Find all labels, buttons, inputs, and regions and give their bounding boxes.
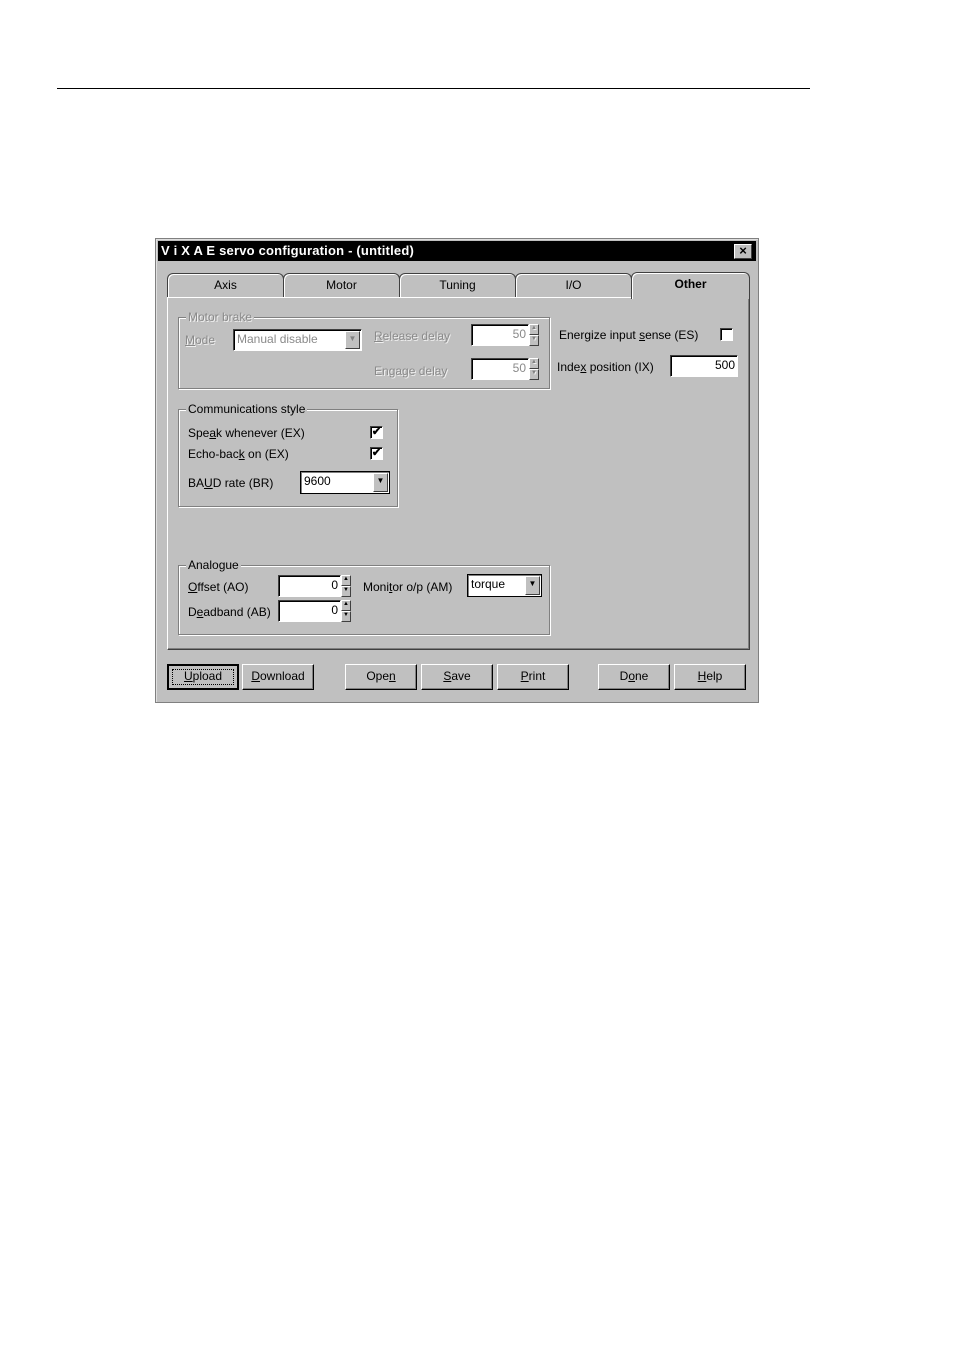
save-button[interactable]: Save: [421, 664, 493, 690]
chevron-down-icon: ▼: [376, 476, 385, 485]
help-button[interactable]: Help: [674, 664, 746, 690]
baud-rate-combobox[interactable]: 9600 ▼: [300, 471, 390, 494]
upload-button[interactable]: Upload: [167, 664, 239, 690]
tab-label: Other: [674, 277, 707, 291]
deadband-input[interactable]: 0: [278, 600, 341, 622]
engage-delay-spinner[interactable]: ▲ ▼: [529, 358, 539, 380]
tab-label: I/O: [565, 278, 582, 292]
page-header-rule: [57, 88, 810, 89]
offset-label: Offset (AO): [188, 580, 249, 594]
analogue-group: Analogue Offset (AO) 0 ▲ ▼ Monitor o/p (…: [178, 558, 550, 635]
spin-down-icon[interactable]: ▼: [529, 369, 539, 380]
offset-input[interactable]: 0: [278, 575, 341, 597]
tab-other[interactable]: Other: [631, 272, 750, 299]
release-delay-spinner[interactable]: ▲ ▼: [529, 324, 539, 346]
echo-back-checkbox[interactable]: ✔: [370, 447, 383, 460]
baud-rate-dropdown-button[interactable]: ▼: [373, 473, 388, 492]
tab-io[interactable]: I/O: [515, 273, 632, 297]
spin-down-icon[interactable]: ▼: [529, 335, 539, 346]
spin-up-icon[interactable]: ▲: [529, 324, 539, 335]
deadband-label: Deadband (AB): [188, 605, 271, 619]
close-button[interactable]: ×: [734, 244, 752, 259]
echo-back-label: Echo-back on (EX): [188, 447, 289, 461]
title-bar: V i X A E servo configuration - (untitle…: [158, 241, 756, 261]
download-button[interactable]: Download: [242, 664, 314, 690]
spin-down-icon[interactable]: ▼: [341, 611, 351, 622]
monitor-op-value: torque: [471, 577, 506, 591]
tab-motor[interactable]: Motor: [283, 273, 400, 297]
mode-label: Mode: [185, 333, 216, 347]
communications-group: Communications style Speak whenever (EX)…: [178, 402, 398, 507]
tab-label: Axis: [214, 278, 237, 292]
release-delay-label: Release delay: [374, 329, 451, 343]
tab-panel-other: Motor brake Mode Manual disable ▼ Releas…: [167, 297, 750, 650]
speak-whenever-label: Speak whenever (EX): [188, 426, 305, 440]
chevron-down-icon: ▼: [528, 579, 537, 588]
close-icon: ×: [739, 243, 747, 258]
index-position-input[interactable]: 500: [670, 355, 738, 377]
print-button[interactable]: Print: [497, 664, 569, 690]
tab-tuning[interactable]: Tuning: [399, 273, 516, 297]
tab-label: Tuning: [439, 278, 476, 292]
checkmark-icon: ✔: [371, 447, 382, 459]
servo-config-dialog: V i X A E servo configuration - (untitle…: [155, 238, 759, 703]
spin-up-icon[interactable]: ▲: [341, 575, 351, 586]
energize-input-sense-checkbox[interactable]: [720, 328, 733, 341]
spin-up-icon[interactable]: ▲: [529, 358, 539, 369]
mode-value: Manual disable: [237, 332, 318, 346]
spin-down-icon[interactable]: ▼: [341, 586, 351, 597]
communications-legend: Communications style: [186, 402, 308, 416]
checkmark-icon: ✔: [371, 426, 382, 438]
release-delay-input[interactable]: 50: [471, 324, 529, 346]
index-position-label: Index position (IX): [557, 360, 654, 374]
deadband-spinner[interactable]: ▲ ▼: [341, 600, 351, 622]
tab-axis[interactable]: Axis: [167, 273, 284, 297]
baud-rate-label: BAUD rate (BR): [188, 476, 274, 490]
spin-up-icon[interactable]: ▲: [341, 600, 351, 611]
motor-brake-legend: Motor brake: [186, 310, 255, 324]
offset-spinner[interactable]: ▲ ▼: [341, 575, 351, 597]
speak-whenever-checkbox[interactable]: ✔: [370, 426, 383, 439]
open-button[interactable]: Open: [345, 664, 417, 690]
engage-delay-label: Engage delay: [374, 364, 448, 378]
monitor-op-combobox[interactable]: torque ▼: [467, 574, 542, 597]
tab-label: Motor: [326, 278, 357, 292]
chevron-down-icon: ▼: [348, 334, 357, 343]
analogue-legend: Analogue: [186, 558, 241, 572]
motor-brake-group: Motor brake Mode Manual disable ▼ Releas…: [178, 310, 550, 389]
baud-rate-value: 9600: [304, 474, 331, 488]
energize-input-sense-label: Energize input sense (ES): [559, 328, 699, 342]
window-title: V i X A E servo configuration - (untitle…: [161, 243, 415, 258]
mode-dropdown-button[interactable]: ▼: [345, 331, 360, 349]
engage-delay-input[interactable]: 50: [471, 358, 529, 380]
monitor-op-dropdown-button[interactable]: ▼: [525, 576, 540, 595]
done-button[interactable]: Done: [598, 664, 670, 690]
mode-combobox[interactable]: Manual disable ▼: [233, 329, 362, 351]
monitor-op-label: Monitor o/p (AM): [363, 580, 453, 594]
